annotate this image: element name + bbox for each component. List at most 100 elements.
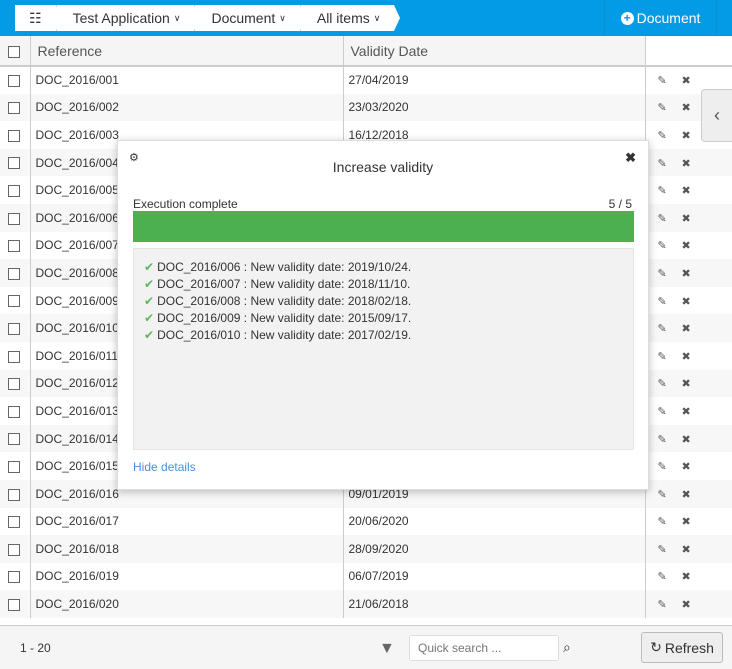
pencil-icon[interactable]: ✎ [658,267,672,280]
pencil-icon[interactable]: ✎ [658,322,672,335]
search-icon[interactable]: ⌕ [563,639,571,656]
validity-date-cell: 06/07/2019 [343,562,646,591]
delete-x-icon[interactable]: ✖ [682,570,696,583]
pencil-icon[interactable]: ✎ [658,157,672,170]
row-checkbox[interactable] [8,267,20,280]
table-row[interactable]: DOC_2016/020 21/06/2018 ✎ ✖ [0,590,732,618]
pencil-icon[interactable]: ✎ [658,570,672,583]
column-header-reference[interactable]: Reference [30,36,344,67]
delete-x-icon[interactable]: ✖ [682,598,696,611]
row-checkbox[interactable] [8,240,20,253]
row-checkbox[interactable] [8,157,20,170]
breadcrumb-label: Test Application [72,10,170,26]
row-checkbox-cell [0,148,31,177]
reference-cell: DOC_2016/017 [30,507,344,536]
delete-x-icon[interactable]: ✖ [682,405,696,418]
delete-x-icon[interactable]: ✖ [682,322,696,335]
quick-search-input[interactable] [409,635,559,661]
select-all-checkbox[interactable] [8,45,20,58]
breadcrumb-label: Document [211,10,276,26]
actions-cell: ✎ ✖ [645,203,732,232]
table-row[interactable]: DOC_2016/001 27/04/2019 ✎ ✖ [0,66,732,94]
actions-cell: ✎ ✖ [645,148,732,177]
row-checkbox[interactable] [8,322,20,335]
side-panel-toggle[interactable]: ‹ [701,89,732,142]
delete-x-icon[interactable]: ✖ [682,377,696,390]
delete-x-icon[interactable]: ✖ [682,515,696,528]
pencil-icon[interactable]: ✎ [658,212,672,225]
pencil-icon[interactable]: ✎ [658,350,672,363]
reference-cell: DOC_2016/002 [30,93,344,122]
row-checkbox[interactable] [8,405,20,418]
result-message: ✔ DOC_2016/006 : New validity date: 2019/… [144,259,623,276]
row-checkbox[interactable] [8,543,20,556]
delete-x-icon[interactable]: ✖ [682,129,696,142]
check-icon: ✔ [144,311,155,325]
delete-x-icon[interactable]: ✖ [682,460,696,473]
chevron-down-icon: ∨ [373,12,381,23]
refresh-button[interactable]: ↻ Refresh [641,632,723,663]
breadcrumb-document[interactable]: Document ∨ [194,5,307,31]
delete-x-icon[interactable]: ✖ [682,543,696,556]
row-checkbox[interactable] [8,433,20,446]
pencil-icon[interactable]: ✎ [658,74,672,87]
delete-x-icon[interactable]: ✖ [682,433,696,446]
delete-x-icon[interactable]: ✖ [682,101,696,114]
table-row[interactable]: DOC_2016/019 06/07/2019 ✎ ✖ [0,562,732,591]
table-row[interactable]: DOC_2016/002 23/03/2020 ✎ ✖ [0,93,732,122]
row-checkbox[interactable] [8,129,20,142]
pencil-icon[interactable]: ✎ [658,515,672,528]
pencil-icon[interactable]: ✎ [658,239,672,252]
row-checkbox[interactable] [8,350,20,363]
table-row[interactable]: DOC_2016/018 28/09/2020 ✎ ✖ [0,535,732,563]
row-checkbox[interactable] [8,212,20,225]
pencil-icon[interactable]: ✎ [658,377,672,390]
table-row[interactable]: DOC_2016/017 20/06/2020 ✎ ✖ [0,507,732,536]
progress-count: 5 / 5 [608,197,632,211]
delete-x-icon[interactable]: ✖ [682,74,696,87]
row-checkbox[interactable] [8,378,20,391]
row-checkbox[interactable] [8,102,20,115]
pencil-icon[interactable]: ✎ [658,405,672,418]
delete-x-icon[interactable]: ✖ [682,239,696,252]
pencil-icon[interactable]: ✎ [658,129,672,142]
row-checkbox[interactable] [8,185,20,197]
filter-settings-icon[interactable]: ▼ [379,640,395,658]
new-document-button[interactable]: + Document [604,0,717,36]
check-icon: ✔ [144,328,155,342]
row-checkbox[interactable] [8,598,20,611]
breadcrumb-all-items[interactable]: All items ∨ [299,5,400,31]
breadcrumb-home[interactable]: ☷ [15,5,62,31]
delete-x-icon[interactable]: ✖ [682,295,696,308]
pencil-icon[interactable]: ✎ [658,101,672,114]
delete-x-icon[interactable]: ✖ [682,267,696,280]
hide-details-link[interactable]: Hide details [133,460,196,474]
row-checkbox-cell [0,176,31,204]
row-checkbox[interactable] [8,488,20,501]
actions-cell: ✎ ✖ [645,287,732,315]
row-checkbox[interactable] [8,295,20,308]
actions-cell: ✎ ✖ [645,259,732,287]
row-checkbox-cell [0,507,31,536]
delete-x-icon[interactable]: ✖ [682,212,696,225]
pencil-icon[interactable]: ✎ [658,433,672,446]
row-checkbox-cell [0,424,31,453]
delete-x-icon[interactable]: ✖ [682,184,696,197]
pencil-icon[interactable]: ✎ [658,460,672,473]
row-checkbox[interactable] [8,75,20,88]
breadcrumb-application[interactable]: Test Application ∨ [55,5,201,31]
column-header-validity-date[interactable]: Validity Date [343,36,646,67]
delete-x-icon[interactable]: ✖ [682,157,696,170]
pencil-icon[interactable]: ✎ [658,543,672,556]
delete-x-icon[interactable]: ✖ [682,350,696,363]
pencil-icon[interactable]: ✎ [658,488,672,501]
row-checkbox[interactable] [8,460,20,473]
row-checkbox[interactable] [8,571,20,584]
row-checkbox[interactable] [8,516,20,529]
pencil-icon[interactable]: ✎ [658,598,672,611]
result-text: DOC_2016/006 : New validity date: 2019/1… [157,260,412,274]
pencil-icon[interactable]: ✎ [658,295,672,308]
result-message: ✔ DOC_2016/008 : New validity date: 2018/… [144,293,623,310]
pencil-icon[interactable]: ✎ [658,184,672,197]
delete-x-icon[interactable]: ✖ [682,488,696,501]
